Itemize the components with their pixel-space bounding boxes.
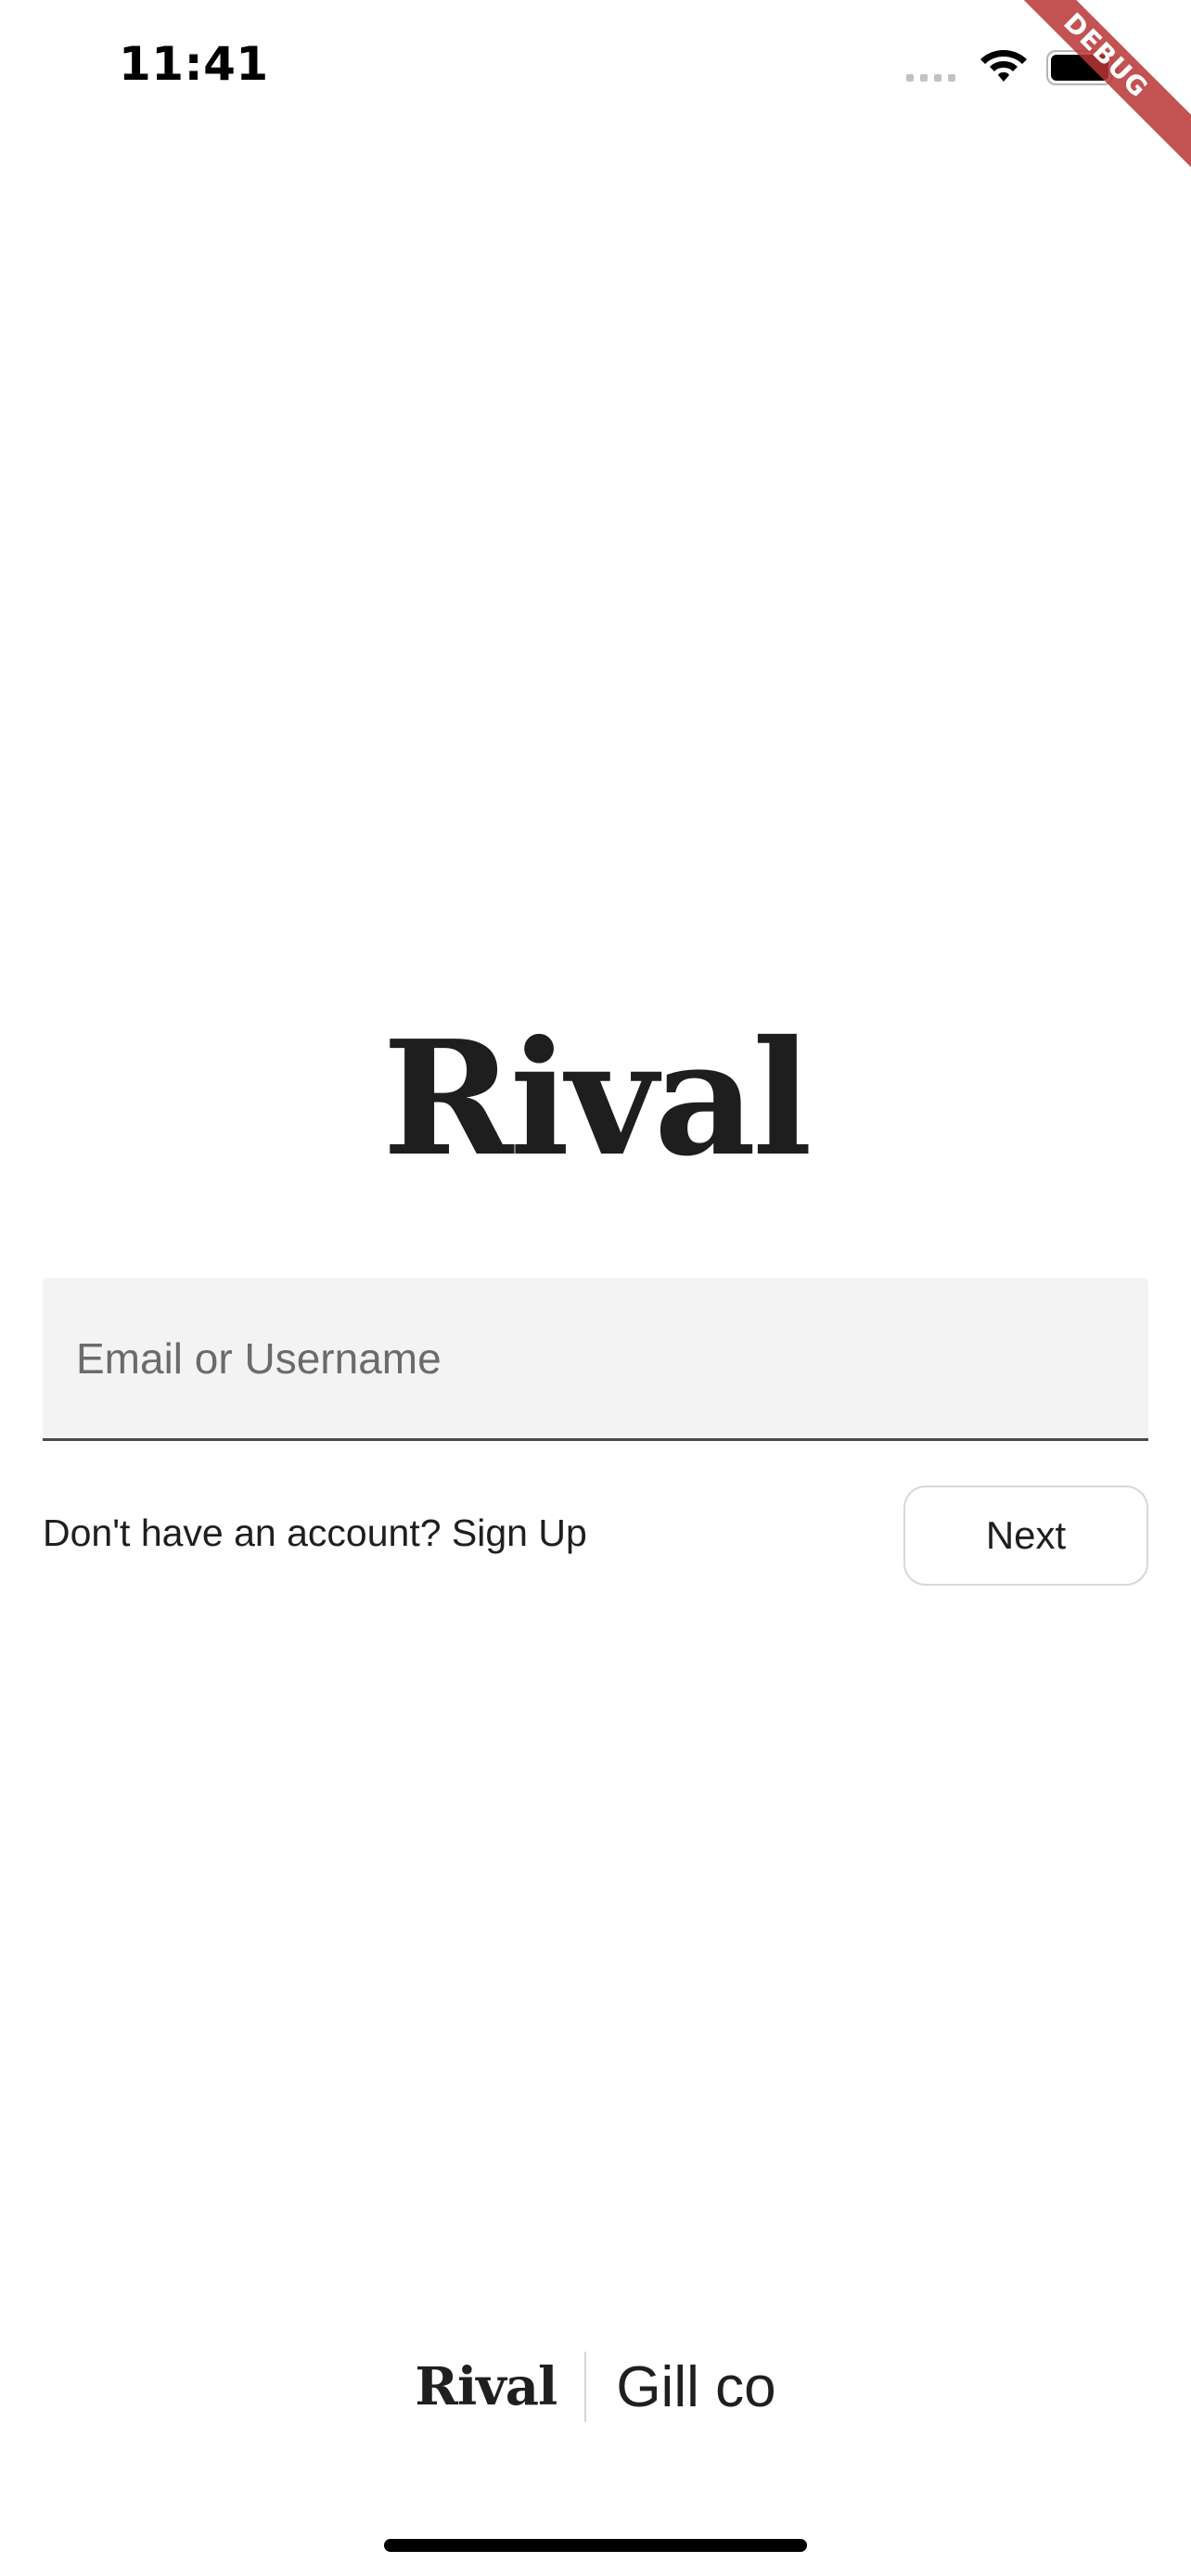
footer-brand-logo: Rival — [415, 2356, 557, 2417]
wifi-icon — [980, 50, 1027, 82]
cellular-signal-icon — [906, 74, 955, 82]
home-indicator[interactable] — [384, 2539, 807, 2552]
email-username-input[interactable] — [43, 1278, 1148, 1438]
footer: Rival Gill co — [0, 2350, 1191, 2424]
signup-link[interactable]: Don't have an account? Sign Up — [43, 1511, 587, 1555]
app-logo: Rival — [382, 1006, 812, 1192]
email-username-field-container — [43, 1278, 1148, 1441]
status-bar: 11:41 — [0, 0, 1191, 139]
status-time: 11:41 — [119, 37, 269, 91]
footer-partner-name: Gill co — [616, 2354, 776, 2419]
next-button[interactable]: Next — [903, 1486, 1148, 1586]
